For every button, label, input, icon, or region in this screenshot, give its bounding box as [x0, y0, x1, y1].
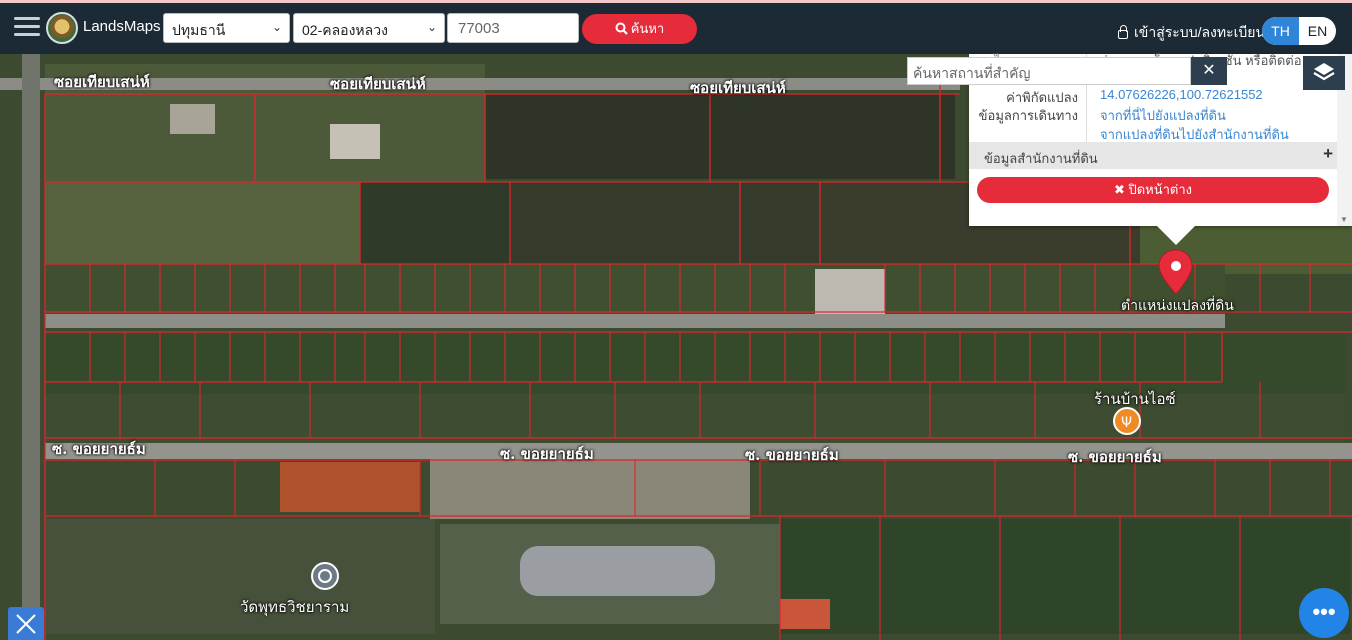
language-toggle: TH EN	[1262, 17, 1336, 45]
street-label: ซ. ขอยยายธ์ม	[52, 440, 146, 458]
province-select[interactable]: ปทุมธานี ⌄	[163, 13, 290, 43]
layers-icon	[1313, 63, 1335, 81]
chevron-down-icon: ⌄	[271, 20, 282, 34]
tools-glyph	[16, 614, 36, 634]
restaurant-marker-icon[interactable]: Ψ	[1113, 407, 1141, 435]
close-icon[interactable]: ✕	[1191, 57, 1227, 85]
place-search-input[interactable]: ค้นหาสถานที่สำคัญ	[907, 57, 1191, 85]
lang-th-button[interactable]: TH	[1262, 17, 1299, 45]
route-to-parcel-link[interactable]: จากที่นี่ไปยังแปลงที่ดิน	[1100, 105, 1226, 126]
shop-label: ร้านบ้านไอซ์	[1094, 391, 1176, 408]
more-dots-icon[interactable]: •••	[1299, 588, 1349, 638]
layers-button[interactable]	[1303, 56, 1345, 90]
search-button-label: ค้นหา	[630, 21, 665, 36]
office-section-label: ข้อมูลสำนักงานที่ดิน	[984, 151, 1098, 166]
brand-name: LandsMaps	[83, 18, 161, 35]
popup-pointer	[1156, 225, 1196, 245]
chevron-down-icon: ⌄	[426, 20, 437, 34]
street-label: ซ. ขอยยายธ์ม	[745, 446, 839, 464]
expand-plus-icon[interactable]: +	[1323, 144, 1333, 164]
scroll-down-icon[interactable]: ▼	[1340, 215, 1348, 224]
street-label: ซ. ขอยยายธ์ม	[500, 445, 594, 463]
route-key: ข้อมูลการเดินทาง	[978, 108, 1078, 123]
login-link[interactable]: เข้าสู่ระบบ/ลงทะเบียน	[1118, 22, 1265, 44]
temple-marker-icon[interactable]	[311, 562, 339, 590]
search-button[interactable]: ค้นหา	[582, 14, 697, 44]
ruler-tools-icon[interactable]	[8, 607, 44, 640]
street-label: ซอยเทียบเสน่ห์	[330, 75, 426, 93]
street-label: ซอยเทียบเสน่ห์	[690, 79, 786, 97]
landsmaps-logo	[46, 12, 78, 44]
svg-text:Ψ: Ψ	[1121, 415, 1132, 431]
district-select[interactable]: 02-คลองหลวง ⌄	[293, 13, 445, 43]
login-label: เข้าสู่ระบบ/ลงทะเบียน	[1134, 24, 1266, 40]
district-value: 02-คลองหลวง	[302, 22, 388, 38]
search-icon	[615, 22, 628, 35]
pin-label: ตำแหน่งแปลงที่ดิน	[1121, 297, 1234, 313]
street-label: ซอยเทียบเสน่ห์	[54, 73, 150, 91]
hamburger-icon[interactable]	[14, 17, 40, 39]
close-window-button[interactable]: ✖ ปิดหน้าต่าง	[977, 177, 1329, 203]
province-value: ปทุมธานี	[172, 22, 226, 38]
lock-icon	[1118, 25, 1128, 39]
office-section-header[interactable]: ข้อมูลสำนักงานที่ดิน +	[969, 142, 1337, 169]
top-navbar: LandsMaps ปทุมธานี ⌄ 02-คลองหลวง ⌄ 77003…	[0, 0, 1352, 54]
lang-en-button[interactable]: EN	[1299, 17, 1336, 45]
coordinates-link[interactable]: 14.07626226,100.72621552	[1100, 87, 1263, 102]
street-label: ซ. ขอยยายธ์ม	[1068, 448, 1162, 466]
parcel-number-input[interactable]: 77003	[447, 13, 579, 43]
temple-label: วัดพุทธวิชยาราม	[240, 598, 350, 616]
